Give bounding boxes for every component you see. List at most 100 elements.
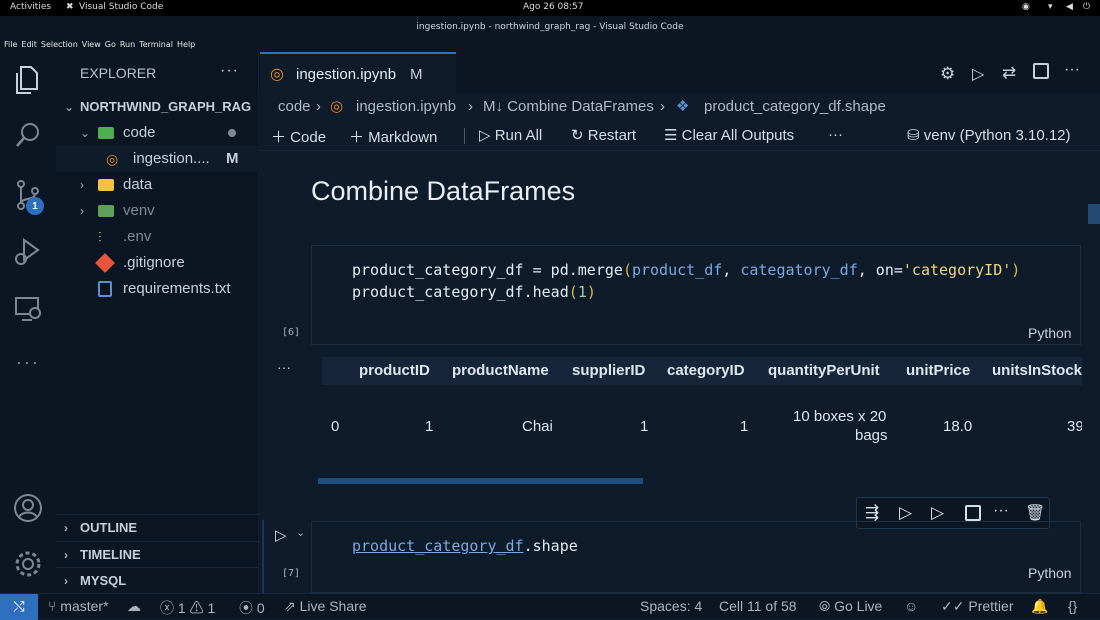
cell-focus-bar — [262, 520, 264, 593]
cell-language[interactable]: Python — [1028, 325, 1072, 341]
split-editor-icon[interactable] — [1033, 63, 1049, 79]
power-icon[interactable]: ⏻ — [1083, 2, 1090, 12]
column-header: productName — [452, 362, 549, 379]
add-markdown-button[interactable]: ＋ Markdown — [349, 126, 437, 147]
tree-item-gitignore[interactable]: .gitignore — [56, 250, 259, 276]
sync-icon[interactable]: ☁ — [127, 598, 141, 615]
broadcast-icon: ⦾ — [819, 598, 835, 614]
toolbar-more-button[interactable]: ··· — [828, 126, 843, 143]
run-all-button[interactable]: ▷ Run All — [479, 126, 542, 144]
search-icon[interactable] — [14, 120, 42, 150]
tab-ingestion[interactable]: ◎ ingestion.ipynb M — [260, 52, 456, 94]
modified-dot-icon — [228, 129, 236, 137]
tree-root[interactable]: ⌄ NORTHWIND_GRAPH_RAG — [56, 94, 259, 120]
menu-go[interactable]: Go — [105, 38, 116, 52]
explorer-more-button[interactable]: ··· — [220, 62, 239, 80]
breadcrumb-item[interactable]: code — [278, 98, 311, 115]
jupyter-icon: ◎ — [106, 151, 119, 167]
chrome-icon[interactable]: ◉ — [1022, 2, 1030, 12]
activity-bar: 1 ··· — [0, 52, 56, 593]
chevron-right-icon: › — [80, 204, 84, 218]
run-icon[interactable]: ▷ — [972, 64, 984, 84]
app-name[interactable]: Visual Studio Code — [79, 2, 163, 12]
volume-icon[interactable]: ◀ — [1066, 2, 1073, 12]
run-cell-icon[interactable]: ▷ — [275, 526, 287, 544]
vscode-app-icon: ✖ — [66, 2, 74, 12]
menu-selection[interactable]: Selection — [41, 38, 78, 52]
notifications-bell-icon[interactable]: 🔔 — [1031, 598, 1048, 615]
chevron-down-icon[interactable]: ⌄ — [296, 526, 305, 539]
section-mysql[interactable]: › MYSQL — [56, 567, 259, 593]
code-cell-7[interactable] — [311, 521, 1081, 593]
workspace-root-label: NORTHWIND_GRAPH_RAG — [80, 99, 252, 114]
wifi-icon[interactable]: ▾ — [1048, 2, 1053, 12]
breadcrumb-item[interactable]: M↓ Combine DataFrames — [483, 98, 654, 115]
table-cell: 18.0 — [943, 418, 973, 435]
menu-terminal[interactable]: Terminal — [139, 38, 173, 52]
account-icon[interactable] — [12, 492, 44, 524]
gear-icon[interactable]: ⚙ — [940, 64, 955, 84]
menu-edit[interactable]: Edit — [21, 38, 37, 52]
cell-more-icon[interactable]: ··· — [993, 502, 1009, 520]
settings-gear-icon[interactable] — [12, 548, 44, 580]
live-share-button[interactable]: ⇗ Live Share — [284, 598, 367, 615]
breadcrumb-item[interactable]: product_category_df.shape — [704, 98, 886, 115]
copilot-icon[interactable]: ☺ — [904, 598, 918, 614]
tree-item-code[interactable]: ⌄ code — [56, 120, 259, 146]
branch-status[interactable]: ⑂ master* — [48, 598, 109, 614]
run-cell-above-icon[interactable]: ▷ — [899, 503, 912, 523]
toolbar-label: Markdown — [368, 129, 438, 146]
clock[interactable]: Ago 26 08:57 — [523, 2, 584, 12]
breadcrumb-item[interactable]: ingestion.ipynb — [356, 98, 456, 115]
run-cell-below-icon[interactable]: ▷ — [931, 503, 944, 523]
output-more-button[interactable]: ··· — [277, 359, 291, 375]
output-horizontal-scrollbar[interactable] — [318, 478, 643, 484]
double-check-icon: ✓✓ — [941, 598, 969, 614]
restart-button[interactable]: ↻ Restart — [571, 126, 636, 144]
go-live-button[interactable]: ⦾ Go Live — [819, 598, 882, 615]
remote-explorer-icon[interactable] — [14, 294, 42, 324]
git-file-icon — [95, 253, 115, 273]
run-above-icon[interactable]: ⇶ — [865, 503, 879, 523]
tree-item-ingestion[interactable]: ◎ ingestion.... M — [56, 146, 259, 172]
more-views-icon[interactable]: ··· — [16, 352, 40, 373]
chevron-right-icon: › — [64, 548, 68, 562]
more-actions-icon[interactable]: ··· — [1064, 61, 1080, 79]
explorer-icon[interactable] — [14, 64, 42, 96]
ports-status[interactable]: ⦿ 0 — [239, 598, 265, 618]
env-file-icon: ⫶ — [98, 229, 102, 245]
delete-cell-icon[interactable]: 🗑 — [1025, 503, 1045, 523]
cell-language[interactable]: Python — [1028, 565, 1072, 581]
remote-indicator-icon[interactable]: ⤭ — [0, 594, 38, 620]
editor-scrollbar-thumb[interactable] — [1088, 204, 1100, 224]
section-timeline[interactable]: › TIMELINE — [56, 541, 259, 567]
run-debug-icon[interactable] — [14, 236, 42, 268]
split-cell-icon[interactable] — [965, 505, 981, 521]
table-cell: 10 boxes x 20 — [793, 408, 887, 425]
section-outline[interactable]: › OUTLINE — [56, 515, 259, 541]
table-cell: 1 — [640, 418, 649, 435]
tree-item-env[interactable]: ⫶ .env — [56, 224, 259, 250]
menu-run[interactable]: Run — [120, 38, 135, 52]
menu-view[interactable]: View — [82, 38, 101, 52]
chevron-down-icon: ⌄ — [64, 100, 75, 114]
tree-item-data[interactable]: › data — [56, 172, 259, 198]
markdown-heading[interactable]: Combine DataFrames — [311, 176, 575, 207]
cell-position-status[interactable]: Cell 11 of 58 — [719, 598, 797, 614]
error-icon: ⓧ — [160, 600, 178, 616]
menu-help[interactable]: Help — [177, 38, 195, 52]
tree-item-requirements[interactable]: requirements.txt — [56, 276, 259, 302]
add-code-button[interactable]: ＋ Code — [271, 126, 326, 147]
tree-item-venv[interactable]: › venv — [56, 198, 259, 224]
indentation-status[interactable]: Spaces: 4 — [640, 598, 702, 614]
live-share-icon: ⇗ — [284, 598, 300, 614]
section-label: OUTLINE — [80, 520, 138, 535]
compare-icon[interactable]: ⇄ — [1002, 63, 1016, 83]
activities-button[interactable]: Activities — [10, 2, 51, 12]
kernel-picker[interactable]: ⛁ venv (Python 3.10.12) — [907, 126, 1071, 144]
prettier-status[interactable]: ✓✓ Prettier — [941, 598, 1013, 615]
problems-status[interactable]: ⓧ 1 ⚠ 1 — [160, 598, 215, 618]
menu-file[interactable]: File — [4, 38, 17, 52]
json-braces-icon[interactable]: {} — [1068, 598, 1077, 614]
clear-outputs-button[interactable]: ☰ Clear All Outputs — [664, 126, 794, 144]
